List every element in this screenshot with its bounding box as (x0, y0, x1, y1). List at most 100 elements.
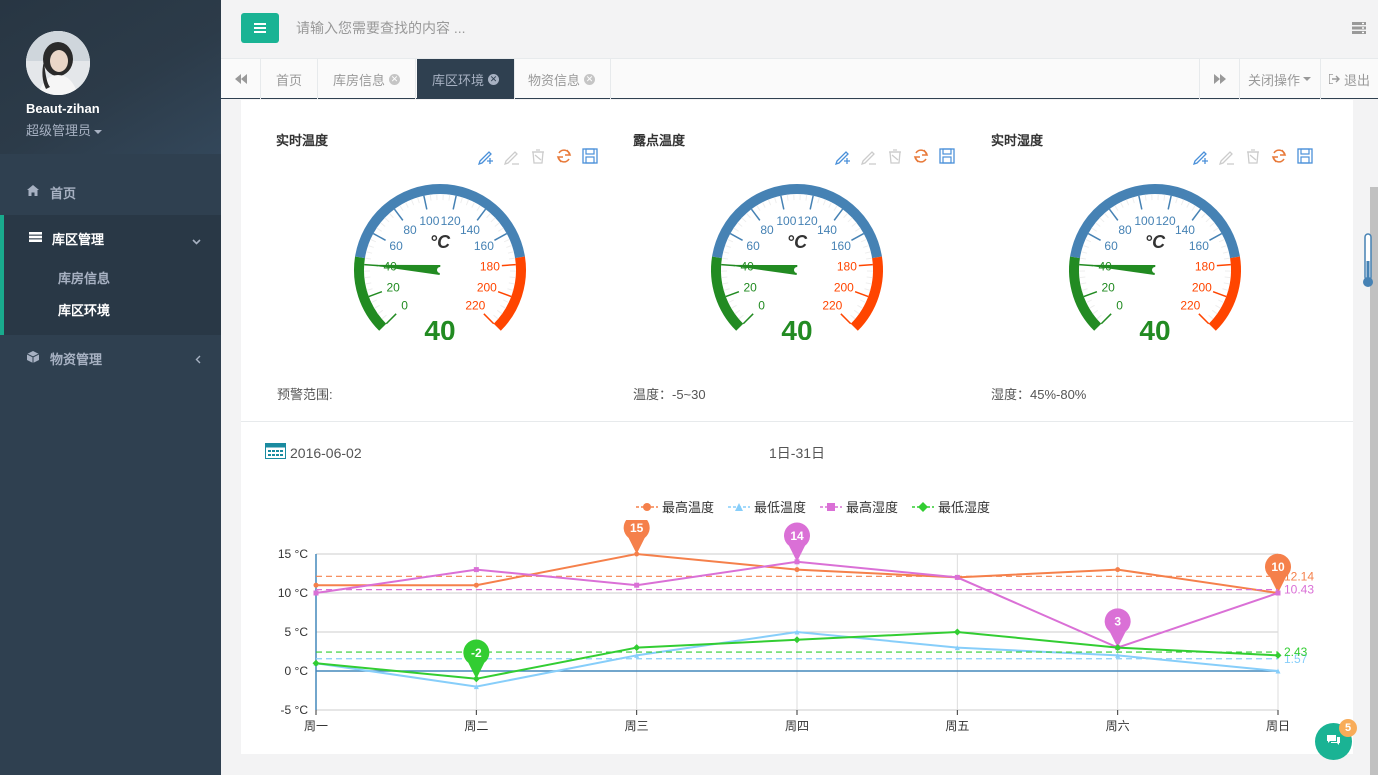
save-icon[interactable] (1295, 146, 1315, 166)
data-point[interactable] (1274, 651, 1282, 659)
x-tick-label: 周六 (1106, 719, 1130, 733)
gauge-minor-tick (1144, 194, 1147, 201)
gauge-minor-tick (727, 238, 734, 243)
gauge-minor-tick (1079, 257, 1086, 260)
nav-materials[interactable]: 物资管理 (0, 335, 221, 381)
gauge-minor-tick (857, 304, 863, 309)
gauge-major-tick (809, 195, 814, 210)
nav-home[interactable]: 首页 (0, 169, 221, 215)
data-point[interactable] (634, 582, 640, 588)
gauge-major-tick (1138, 195, 1143, 210)
gauge-toolbox (1191, 146, 1315, 166)
legend-item[interactable]: 最高湿度 (820, 497, 898, 516)
data-point[interactable] (313, 590, 319, 596)
gauge-minor-tick (364, 257, 371, 260)
edit-icon[interactable] (502, 146, 522, 166)
gauge-minor-tick (1104, 212, 1109, 219)
gauge-minor-tick (376, 227, 382, 232)
save-icon[interactable] (937, 146, 957, 166)
legend-item[interactable]: 最低湿度 (912, 497, 990, 516)
caret-down-icon (1303, 77, 1312, 81)
close-icon[interactable]: ✕ (389, 73, 401, 85)
save-icon[interactable] (580, 146, 600, 166)
notification-badge: 5 (1339, 719, 1357, 737)
search-input[interactable]: 请输入您需要查找的内容 ... (296, 18, 466, 38)
clear-icon[interactable] (885, 146, 905, 166)
data-point[interactable] (954, 574, 960, 580)
gauge-minor-tick (721, 276, 728, 279)
gauge-minor-tick (507, 251, 514, 254)
edit-icon[interactable] (859, 146, 879, 166)
data-point[interactable] (633, 644, 641, 652)
gauge-tick-label: 140 (460, 223, 480, 237)
edit-add-icon[interactable] (833, 146, 853, 166)
close-icon[interactable]: ✕ (488, 73, 500, 85)
legend-item[interactable]: 最高温度 (636, 497, 714, 516)
edit-add-icon[interactable] (1191, 146, 1211, 166)
gauge-major-tick (393, 208, 404, 221)
server-icon[interactable] (1352, 22, 1366, 34)
clear-icon[interactable] (528, 146, 548, 166)
gauge-minor-tick (822, 199, 827, 206)
gauge-major-tick (368, 290, 383, 298)
gauge-toolbox (833, 146, 957, 166)
gauge-tick-label: 20 (743, 280, 757, 294)
clear-icon[interactable] (1243, 146, 1263, 166)
tab-warehouse-env[interactable]: 库区环境 ✕ (417, 59, 516, 99)
gauge-minor-tick (767, 199, 772, 206)
gauge-minor-tick (508, 282, 515, 285)
close-ops-label: 关闭操作 (1248, 72, 1301, 88)
gauge-toolbox (476, 146, 600, 166)
tab-warehouse-info[interactable]: 库房信息 ✕ (318, 59, 417, 99)
edit-icon[interactable] (1217, 146, 1237, 166)
gauge-minor-tick (847, 217, 853, 223)
gauge-minor-tick (1096, 314, 1102, 320)
edit-add-icon[interactable] (476, 146, 496, 166)
gauge-major-tick (1100, 313, 1112, 325)
close-ops-dropdown[interactable]: 关闭操作 (1239, 59, 1320, 99)
refresh-icon[interactable] (911, 146, 931, 166)
gauge-tick-label: 160 (474, 239, 494, 253)
gauge-minor-tick (860, 299, 866, 304)
gauge-minor-tick (1163, 194, 1166, 201)
gauge-minor-tick (833, 205, 838, 211)
data-point[interactable] (473, 582, 479, 588)
data-point[interactable] (793, 636, 801, 644)
gauge-minor-tick (1175, 197, 1178, 204)
data-point[interactable] (313, 582, 319, 588)
legend-item[interactable]: 最低温度 (728, 497, 806, 516)
nav-warehouse[interactable]: 库区管理 (4, 215, 221, 261)
gauge-title: 实时湿度 (991, 133, 1044, 148)
gauge-major-tick (851, 232, 865, 241)
user-role-dropdown[interactable]: 超级管理员 (26, 120, 103, 139)
logout-button[interactable]: 退出 (1320, 59, 1378, 99)
nav-warehouse-env[interactable]: 库区环境 (4, 293, 221, 325)
legend-label: 最低温度 (754, 500, 807, 515)
refresh-icon[interactable] (1269, 146, 1289, 166)
gauge-major-tick (483, 313, 495, 325)
data-point[interactable] (1115, 567, 1121, 573)
mark-point-pin: -2 (463, 639, 490, 679)
data-point[interactable] (1275, 590, 1281, 596)
tabs-scroll-left-button[interactable] (221, 59, 261, 99)
nav-warehouse-info[interactable]: 库房信息 (4, 261, 221, 293)
refresh-icon[interactable] (554, 146, 574, 166)
close-icon[interactable]: ✕ (584, 73, 596, 85)
data-point[interactable] (473, 567, 479, 573)
tab-materials-info[interactable]: 物资信息 ✕ (513, 59, 612, 99)
avatar[interactable] (26, 31, 90, 95)
data-point[interactable] (953, 628, 961, 636)
gauge-minor-tick (1224, 257, 1231, 260)
gauge-tick-label: 20 (386, 280, 400, 294)
tabs-scroll-right-button[interactable] (1199, 59, 1239, 99)
data-point[interactable] (794, 567, 800, 573)
gauge-tick-label: 200 (834, 280, 854, 294)
date-picker[interactable]: 2016-06-02 (265, 443, 362, 462)
gauge-minor-tick (1211, 309, 1218, 315)
gauge-minor-tick (855, 227, 861, 232)
gauge-minor-tick (1224, 276, 1231, 279)
menu-toggle-button[interactable] (241, 13, 279, 43)
gauge-minor-tick (500, 304, 506, 309)
gauge-title: 实时温度 (276, 133, 329, 148)
tab-home[interactable]: 首页 (261, 59, 319, 99)
